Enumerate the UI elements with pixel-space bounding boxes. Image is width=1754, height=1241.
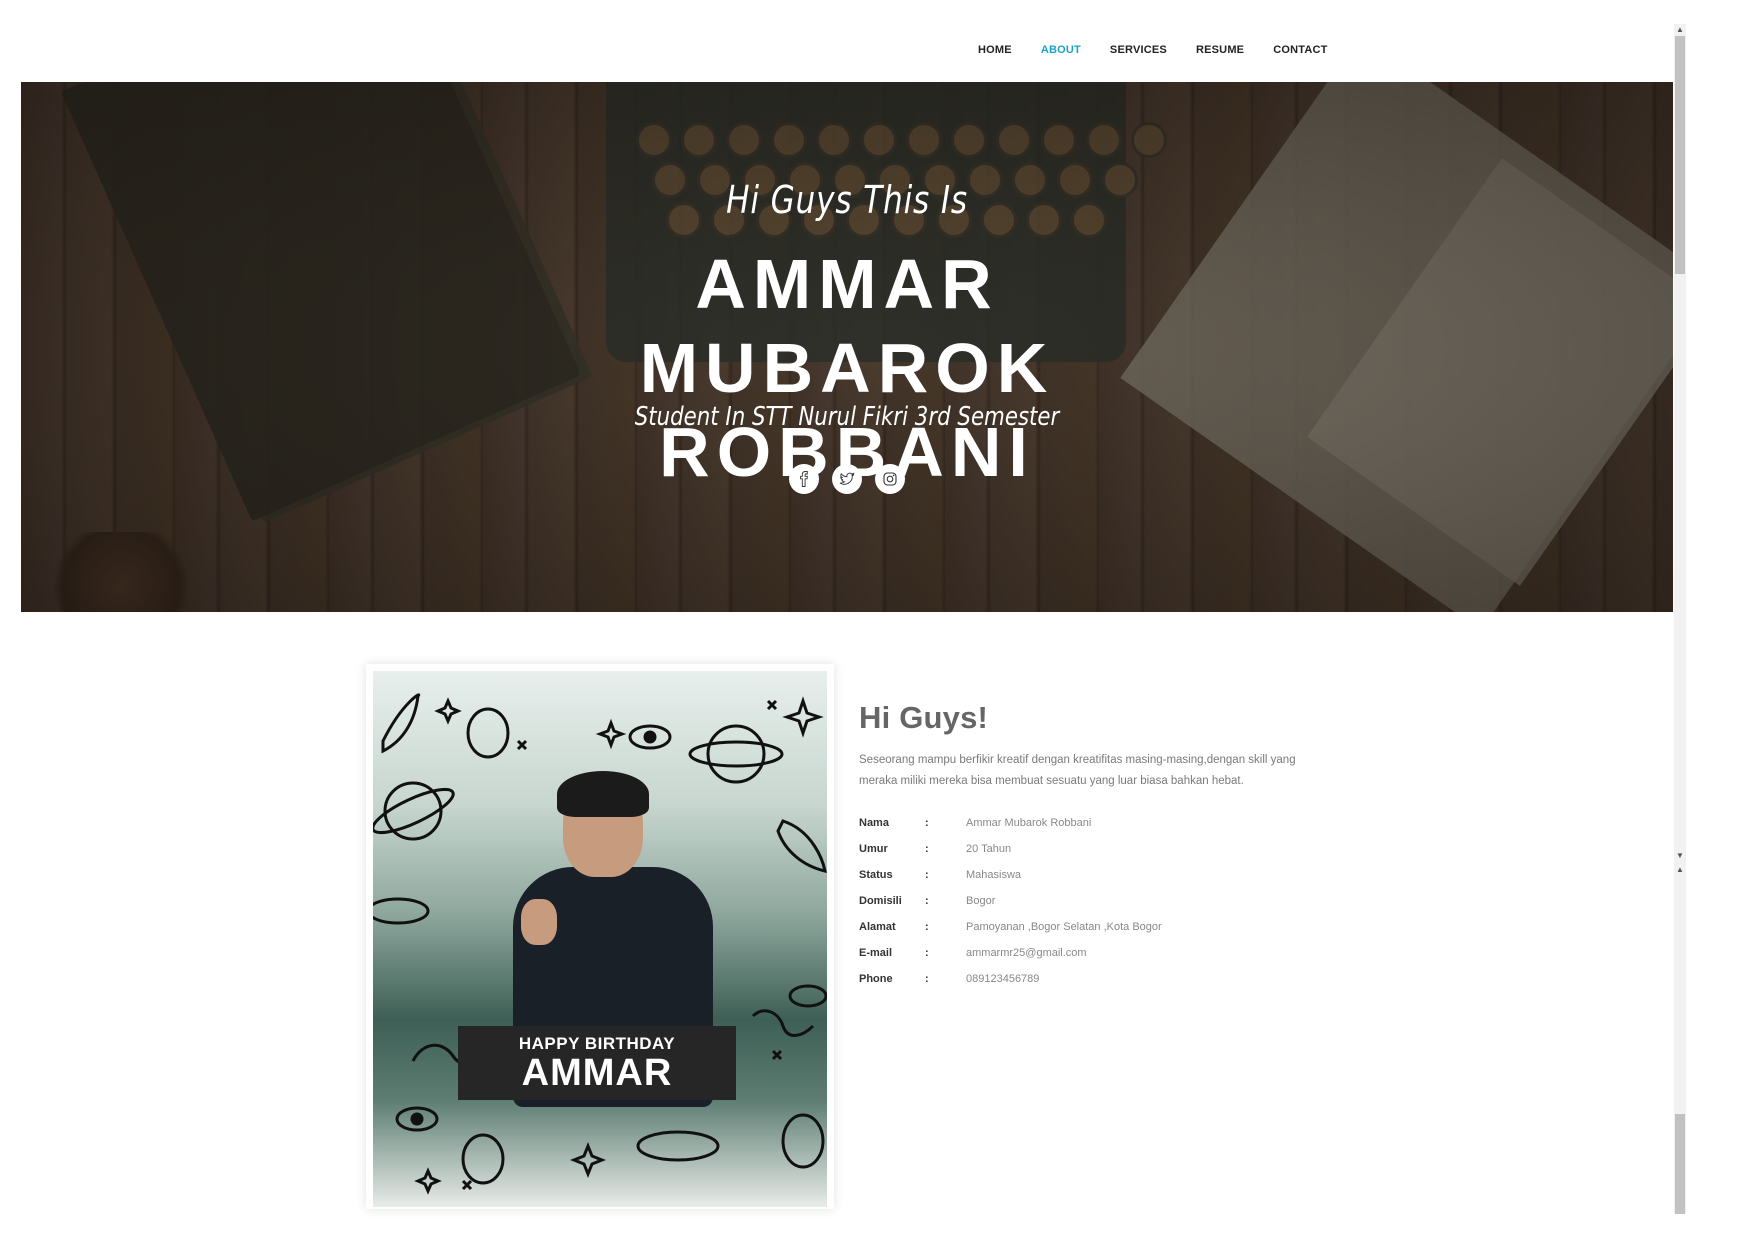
detail-row-domisili: Domisili : Bogor — [859, 888, 1319, 914]
facebook-icon[interactable] — [789, 464, 819, 494]
hero-name-line1: AMMAR MUBAROK — [639, 245, 1055, 407]
social-links — [21, 464, 1673, 494]
detail-colon: : — [925, 947, 929, 959]
scrollbar-thumb[interactable] — [1675, 1114, 1685, 1214]
hero-greeting: Hi Guys This Is — [726, 178, 968, 222]
banner-main-text: AMMAR — [521, 1052, 673, 1094]
detail-colon: : — [925, 817, 929, 829]
scroll-down-arrow-icon[interactable]: ▼ — [1676, 852, 1684, 860]
detail-row-alamat: Alamat : Pamoyanan ,Bogor Selatan ,Kota … — [859, 914, 1319, 940]
detail-label: Status — [859, 869, 893, 881]
instagram-icon[interactable] — [875, 464, 905, 494]
nav-menu: HOME ABOUT SERVICES RESUME CONTACT — [978, 44, 1357, 56]
detail-colon: : — [925, 869, 929, 881]
detail-row-phone: Phone : 089123456789 — [859, 966, 1319, 992]
scroll-up-arrow-icon[interactable]: ▲ — [1676, 866, 1684, 874]
nav-resume-link[interactable]: RESUME — [1196, 44, 1244, 56]
nav-home-link[interactable]: HOME — [978, 44, 1012, 56]
detail-label: Umur — [859, 843, 888, 855]
detail-value: ammarmr25@gmail.com — [966, 947, 1087, 959]
detail-colon: : — [925, 921, 929, 933]
about-description: Seseorang mampu berfikir kreatif dengan … — [859, 754, 1296, 787]
detail-label: Nama — [859, 817, 889, 829]
detail-value: Pamoyanan ,Bogor Selatan ,Kota Bogor — [966, 921, 1162, 933]
detail-colon: : — [925, 973, 929, 985]
detail-colon: : — [925, 843, 929, 855]
birthday-banner: HAPPY BIRTHDAY AMMAR — [458, 1026, 736, 1100]
scroll-up-arrow-icon[interactable]: ▲ — [1676, 26, 1684, 34]
top-navbar: HOME ABOUT SERVICES RESUME CONTACT — [0, 0, 1690, 82]
twitter-icon[interactable] — [832, 464, 862, 494]
detail-label: Domisili — [859, 895, 902, 907]
profile-photo: HAPPY BIRTHDAY AMMAR — [373, 671, 827, 1207]
detail-value: Mahasiswa — [966, 869, 1022, 881]
scrollbar-thumb[interactable] — [1675, 36, 1685, 274]
detail-row-umur: Umur : 20 Tahun — [859, 836, 1319, 862]
detail-row-nama: Nama : Ammar Mubarok Robbani — [859, 810, 1319, 836]
nav-contact-link[interactable]: CONTACT — [1273, 44, 1327, 56]
detail-label: E-mail — [859, 947, 893, 959]
about-title: Hi Guys! — [859, 700, 989, 735]
profile-photo-frame: HAPPY BIRTHDAY AMMAR — [366, 664, 834, 1209]
hero-section: Hi Guys This Is AMMAR MUBAROK ROBBANI St… — [21, 82, 1673, 612]
detail-value: Ammar Mubarok Robbani — [966, 817, 1092, 829]
nav-about-link[interactable]: ABOUT — [1041, 44, 1081, 56]
hero-name: AMMAR MUBAROK ROBBANI — [491, 242, 1203, 494]
detail-label: Phone — [859, 973, 893, 985]
detail-value: Bogor — [966, 895, 996, 907]
detail-value: 20 Tahun — [966, 843, 1012, 855]
detail-colon: : — [925, 895, 929, 907]
detail-row-email: E-mail : ammarmr25@gmail.com — [859, 940, 1319, 966]
detail-label: Alamat — [859, 921, 896, 933]
hero-subtitle: Student In STT Nurul Fikri 3rd Semester — [634, 402, 1060, 432]
detail-row-status: Status : Mahasiswa — [859, 862, 1319, 888]
nav-services-link[interactable]: SERVICES — [1110, 44, 1167, 56]
banner-top-text: HAPPY BIRTHDAY — [518, 1034, 676, 1053]
personal-details: Nama : Ammar Mubarok Robbani Umur : 20 T… — [859, 810, 1319, 992]
about-section: Hi Guys! Seseorang mampu berfikir kreati… — [859, 700, 1319, 992]
page-scrollbar[interactable]: ▲ ▼ ▲ — [1674, 24, 1686, 1214]
detail-value: 089123456789 — [966, 973, 1040, 985]
